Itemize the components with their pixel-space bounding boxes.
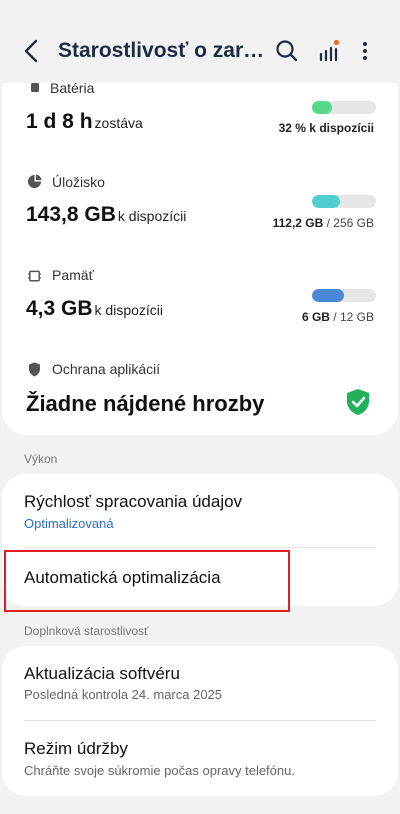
stats-bars-icon xyxy=(319,39,340,62)
storage-suffix: k dispozícii xyxy=(117,208,187,224)
battery-time: 1 d 8 h xyxy=(26,110,93,133)
diagnostics-button[interactable] xyxy=(314,36,344,66)
memory-usage: 6 GB / 12 GB xyxy=(302,310,374,324)
storage-free: 143,8 GB xyxy=(26,203,116,226)
more-options-button[interactable] xyxy=(350,36,380,66)
storage-usage: 112,2 GB / 256 GB xyxy=(273,216,374,230)
battery-available-text: 32 % k dispozícii xyxy=(278,121,374,135)
storage-total: 256 GB xyxy=(333,216,374,230)
battery-icon xyxy=(31,83,39,92)
app-protection-label: Ochrana aplikácií xyxy=(52,361,161,377)
memory-total: 12 GB xyxy=(339,310,374,324)
back-button[interactable] xyxy=(14,36,48,66)
processing-speed-item[interactable]: Rýchlosť spracovania údajov Optimalizova… xyxy=(2,474,398,546)
processing-speed-title: Rýchlosť spracovania údajov xyxy=(24,492,243,511)
highlight-box xyxy=(4,550,290,612)
battery-value: 1 d 8 h zostáva xyxy=(26,110,143,134)
battery-suffix: zostáva xyxy=(94,115,143,131)
battery-available: 32 % k dispozícii xyxy=(279,121,374,135)
maintenance-mode-item[interactable]: Režim údržby Chráňte svoje súkromie poča… xyxy=(2,721,398,796)
additional-care-card: Aktualizácia softvéru Posledná kontrola … xyxy=(2,646,398,796)
battery-bar xyxy=(312,101,376,114)
shield-check-icon xyxy=(347,389,369,415)
performance-section-label: Výkon xyxy=(24,452,58,466)
battery-label: Batéria xyxy=(50,80,95,96)
protection-status: Žiadne nájdené hrozby xyxy=(26,391,265,416)
memory-value: 4,3 GB k dispozícii xyxy=(26,297,163,321)
search-button[interactable] xyxy=(272,36,302,66)
memory-separator: / xyxy=(329,310,340,324)
status-card: Batéria 1 d 8 h zostáva 32 % k dispozícii… xyxy=(2,80,398,435)
shield-icon xyxy=(29,362,40,377)
memory-label: Pamäť xyxy=(52,267,94,283)
more-vertical-icon xyxy=(363,42,367,60)
page-title: Starostlivosť o zariadenie xyxy=(58,39,266,62)
memory-free: 4,3 GB xyxy=(26,297,93,320)
back-arrow-icon xyxy=(24,39,38,63)
memory-bar xyxy=(312,289,376,302)
processing-speed-status: Optimalizovaná xyxy=(24,516,114,531)
battery-bar-fill xyxy=(312,101,333,114)
storage-value: 143,8 GB k dispozícii xyxy=(26,203,186,227)
software-update-item[interactable]: Aktualizácia softvéru Posledná kontrola … xyxy=(2,646,398,720)
memory-bar-fill xyxy=(312,289,344,302)
storage-bar xyxy=(312,195,376,208)
memory-suffix: k dispozícii xyxy=(94,302,163,318)
maintenance-mode-title: Režim údržby xyxy=(24,739,128,758)
software-update-subtitle: Posledná kontrola 24. marca 2025 xyxy=(24,687,223,702)
search-icon xyxy=(276,40,298,62)
software-update-title: Aktualizácia softvéru xyxy=(24,664,180,683)
storage-bar-fill xyxy=(312,195,341,208)
memory-chip-icon xyxy=(27,270,42,282)
pie-chart-icon xyxy=(27,174,42,189)
storage-used: 112,2 GB xyxy=(272,216,324,230)
memory-used: 6 GB xyxy=(301,310,330,324)
maintenance-mode-subtitle: Chráňte svoje súkromie počas opravy tele… xyxy=(24,763,295,778)
additional-care-section-label: Doplnková starostlivosť xyxy=(24,624,149,638)
storage-separator: / xyxy=(323,216,334,230)
storage-label: Úložisko xyxy=(52,174,105,190)
